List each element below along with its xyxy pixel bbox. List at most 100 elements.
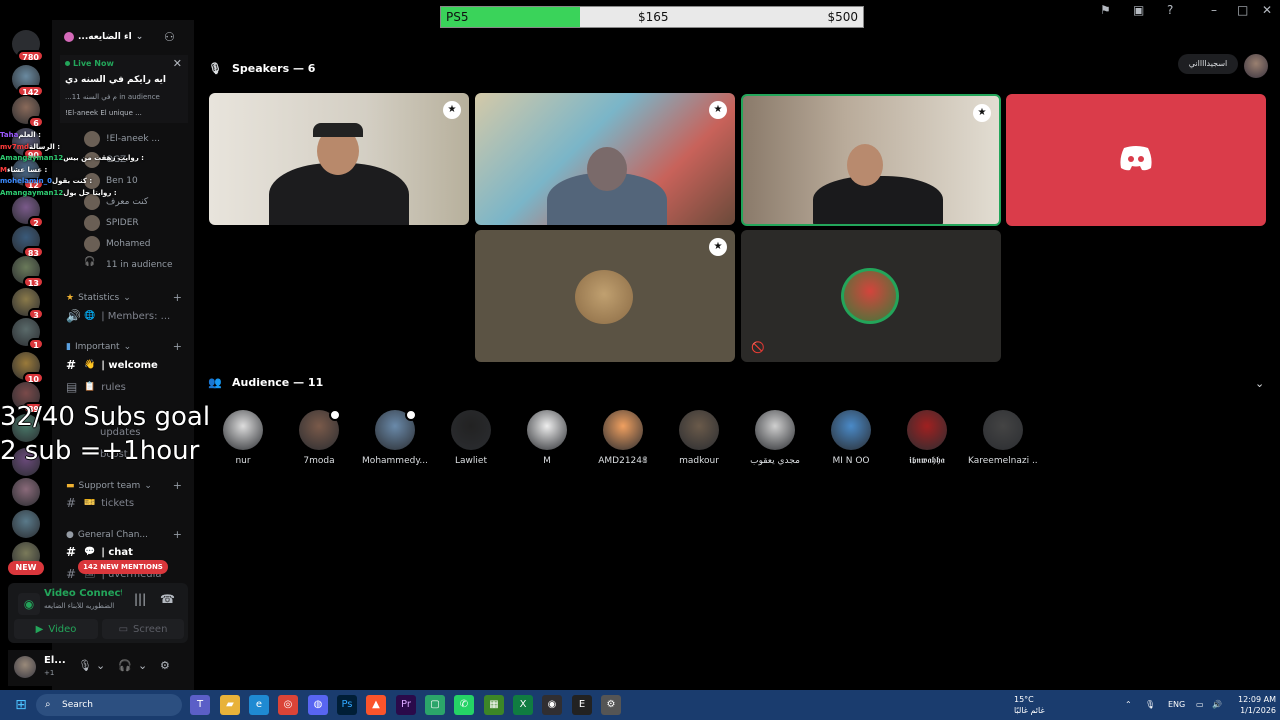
chevron-down-icon[interactable]: ⌄ [96, 659, 105, 672]
volume-icon[interactable]: 🔊 [1212, 690, 1222, 720]
obs-icon[interactable]: ◉ [542, 695, 562, 715]
category-important[interactable]: ▮ Important ⌄ + [66, 340, 182, 353]
audience-member[interactable]: Lawliet [436, 410, 506, 466]
epic-games-icon[interactable]: E [572, 695, 592, 715]
moderator-dot-icon [329, 409, 341, 421]
add-member-icon[interactable]: ⚇ [164, 30, 178, 44]
speaker-avatar-tile[interactable]: 🚫 [741, 230, 1001, 362]
file-explorer-icon[interactable]: ▰ [220, 695, 240, 715]
avatar[interactable] [14, 656, 36, 678]
voice-user[interactable]: Mohamed [84, 236, 151, 252]
add-channel-icon[interactable]: + [173, 528, 182, 541]
teams-icon[interactable]: T [190, 695, 210, 715]
speaker-video-tile[interactable]: ★ [209, 93, 469, 225]
signal-icon[interactable]: ◉ [18, 593, 40, 615]
globe-icon: 🌐 [84, 311, 96, 321]
excel-icon[interactable]: X [513, 695, 533, 715]
new-badge[interactable]: NEW [8, 561, 44, 575]
language-indicator[interactable]: ENG [1168, 690, 1185, 720]
edge-icon[interactable]: e [249, 695, 269, 715]
chevron-down-icon[interactable]: ⌄ [138, 659, 147, 672]
server-icon[interactable]: 3 [12, 288, 44, 320]
help-icon[interactable]: ? [1167, 3, 1173, 17]
channel-rules[interactable]: ▤ 📋 rules [66, 378, 188, 396]
voice-user[interactable]: 🎧 11 in audience [84, 257, 173, 273]
weather-widget[interactable]: 15°C غائم غالبًا [1014, 694, 1045, 716]
video-button[interactable]: ▶ Video [14, 619, 98, 639]
gear-icon[interactable]: ⚙ [160, 659, 170, 672]
audience-member[interactable]: Kareemelnazi ... [968, 410, 1038, 466]
audience-member[interactable]: madkour [664, 410, 734, 466]
brave-icon[interactable]: ▲ [366, 695, 386, 715]
audience-member[interactable]: مجدي يعقوب [740, 410, 810, 466]
host-pill[interactable]: اسجيدااااني [1178, 54, 1238, 74]
avatar: 🎧 [84, 257, 96, 267]
channel-chat[interactable]: # 💬 | chat [66, 543, 188, 561]
screen-share-button[interactable]: ▭ Screen [102, 619, 184, 639]
chrome-icon[interactable]: ◎ [278, 695, 298, 715]
audience-member[interactable]: 7moda [284, 409, 354, 466]
add-channel-icon[interactable]: + [173, 291, 182, 304]
server-icon[interactable]: 1 [12, 318, 44, 350]
close-icon[interactable]: ✕ [173, 57, 182, 70]
live-stage-card[interactable]: Live Now ✕ ايه رأيكم في السنه دي ...م في… [60, 55, 188, 123]
window-icon[interactable]: ▣ [1133, 3, 1144, 17]
audience-member[interactable]: M [512, 410, 582, 466]
camera-icon: ▶ [35, 623, 44, 635]
server-icon[interactable] [12, 478, 40, 506]
app-icon[interactable]: ▢ [425, 695, 445, 715]
server-icon[interactable]: 780 [12, 30, 44, 62]
disconnect-icon[interactable]: ☎ [160, 592, 175, 606]
channel-tickets[interactable]: # 🎫 tickets [66, 494, 188, 512]
premiere-icon[interactable]: Pr [396, 695, 416, 715]
photoshop-icon[interactable]: Ps [337, 695, 357, 715]
server-icon[interactable]: 2 [12, 196, 44, 228]
server-icon[interactable]: 83 [12, 226, 44, 258]
noise-suppression-icon[interactable]: ||| [134, 592, 146, 606]
add-channel-icon[interactable]: + [173, 340, 182, 353]
speaker-placeholder-tile[interactable] [1006, 94, 1266, 226]
audience-member[interactable]: AMD2124𝟠 [588, 410, 658, 466]
new-mentions-badge[interactable]: 142 NEW MENTIONS [78, 560, 168, 574]
minimize-icon[interactable]: – [1211, 3, 1217, 17]
taskbar-search[interactable]: ⌕ Search [36, 694, 182, 716]
windows-start-icon[interactable]: ⊞ [11, 695, 31, 715]
whatsapp-icon[interactable]: ✆ [454, 695, 474, 715]
server-icon[interactable]: 6 [12, 96, 44, 128]
chevron-down-icon[interactable]: ⌄ [1255, 377, 1264, 390]
channel-members[interactable]: 🔊 🌐 | Members: ... [66, 307, 188, 325]
server-icon[interactable]: 142 [12, 65, 44, 97]
audience-member[interactable]: MI N OO [816, 410, 886, 466]
category-support[interactable]: ▬ Support team ⌄ + [66, 479, 182, 492]
speaker-body [813, 176, 943, 224]
server-icon[interactable] [12, 510, 40, 538]
headphones-icon[interactable]: 🎧 [118, 659, 132, 672]
speaker-video-tile[interactable]: ★ [741, 94, 1001, 226]
category-general[interactable]: ● General Chan... + [66, 528, 182, 541]
audience-member[interactable]: 𝖎𝖇𝖓𝖜𝖆𝖍𝖍𝖆 [892, 410, 962, 466]
close-window-icon[interactable]: ✕ [1262, 3, 1272, 17]
voice-user[interactable]: SPIDER [84, 215, 139, 231]
minecraft-icon[interactable]: ▦ [484, 695, 504, 715]
audience-member[interactable]: Mohammedy... [360, 409, 430, 466]
add-channel-icon[interactable]: + [173, 479, 182, 492]
channel-welcome[interactable]: # 👋 | welcome [66, 356, 188, 374]
server-icon[interactable]: 13 [12, 256, 44, 288]
server-icon[interactable]: 10 [12, 352, 44, 384]
category-statistics[interactable]: ★ Statistics ⌄ + [66, 291, 182, 304]
speaker-video-tile[interactable]: ★ [475, 93, 735, 225]
clock[interactable]: 12:09 AM 1/1/2026 [1228, 694, 1276, 716]
inbox-icon[interactable]: ⚑ [1100, 3, 1111, 17]
mic-icon[interactable]: 🎙 [78, 659, 92, 672]
speaker-avatar-tile[interactable]: ★ [475, 230, 735, 362]
network-icon[interactable]: ▭ [1196, 690, 1204, 720]
discord-icon[interactable]: ◍ [308, 695, 328, 715]
settings-icon[interactable]: ⚙ [601, 695, 621, 715]
avatar [841, 268, 899, 324]
chevron-up-icon[interactable]: ⌃ [1125, 690, 1132, 720]
mic-icon[interactable]: 🎙 [1145, 690, 1155, 720]
maximize-icon[interactable]: □ [1237, 3, 1248, 17]
avatar[interactable] [1244, 54, 1268, 78]
stage-topic: ايه رأيكم في السنه دي [65, 75, 167, 85]
audience-member[interactable]: nur [208, 410, 278, 466]
